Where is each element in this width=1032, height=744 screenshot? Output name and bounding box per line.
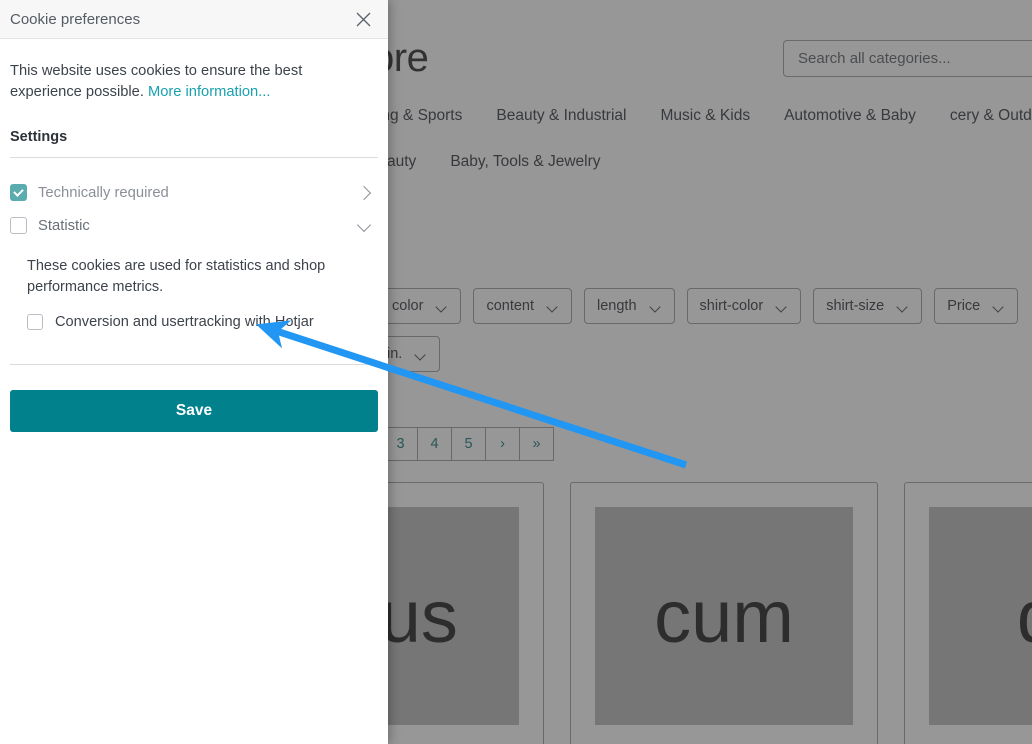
filter-row: color content length shirt-color shirt-s… <box>316 288 1032 372</box>
page-button-3[interactable]: 3 <box>384 427 418 461</box>
checkbox-statistic[interactable] <box>10 217 27 234</box>
setting-row-technically-required[interactable]: Technically required <box>10 184 378 201</box>
sub-option-label-hotjar: Conversion and usertracking with Hotjar <box>55 314 314 330</box>
statistic-detail-panel: These cookies are used for statistics an… <box>10 250 378 330</box>
product-thumbnail: cum <box>595 507 853 725</box>
nav-item-automotive-baby[interactable]: Automotive & Baby <box>784 104 916 128</box>
dialog-title: Cookie preferences <box>10 10 141 28</box>
filter-pill-shirt-size[interactable]: shirt-size <box>813 288 923 324</box>
filter-pill-content[interactable]: content <box>473 288 573 324</box>
filter-label-shirt-size: shirt-size <box>826 298 885 314</box>
save-button[interactable]: Save <box>10 389 378 432</box>
nav-item-baby-tools-jewelry[interactable]: Baby, Tools & Jewelry <box>450 150 600 174</box>
main-nav: s Clothing & Sports Beauty & Industrial … <box>300 104 1032 174</box>
product-thumbnail: do <box>929 507 1032 725</box>
chevron-down-icon <box>777 303 788 310</box>
intro-text: This website uses cookies to ensure the … <box>10 61 350 103</box>
filter-pill-shirt-color[interactable]: shirt-color <box>686 288 802 324</box>
dialog-spacer <box>0 432 388 744</box>
nav-row: s Clothing & Sports Beauty & Industrial … <box>300 104 1032 174</box>
setting-label-technically-required: Technically required <box>38 184 169 201</box>
chevron-down-icon <box>437 303 448 310</box>
screen: ostore s Clothing & Sports Beauty & Indu… <box>0 0 1032 744</box>
page-next-button[interactable]: › <box>486 427 520 461</box>
more-information-link[interactable]: More information... <box>148 84 270 100</box>
product-card[interactable]: do <box>904 482 1032 744</box>
setting-label-statistic: Statistic <box>38 217 90 234</box>
checkbox-hotjar[interactable] <box>27 314 43 330</box>
sub-option-hotjar[interactable]: Conversion and usertracking with Hotjar <box>27 314 378 330</box>
filter-pill-color[interactable]: color <box>379 288 462 324</box>
statistic-description: These cookies are used for statistics an… <box>27 258 326 295</box>
filter-label-price: Price <box>947 298 981 314</box>
product-card[interactable]: cum <box>570 482 878 744</box>
filter-label-content: content <box>486 298 535 314</box>
nav-item-beauty-industrial[interactable]: Beauty & Industrial <box>496 104 626 128</box>
chevron-down-icon <box>651 303 662 310</box>
chevron-right-icon[interactable] <box>356 185 372 201</box>
chevron-down-icon[interactable] <box>356 218 372 234</box>
settings-divider <box>10 157 378 158</box>
close-icon[interactable] <box>352 8 374 30</box>
filter-label-length: length <box>597 298 637 314</box>
dialog-body: This website uses cookies to ensure the … <box>0 39 388 374</box>
search-input[interactable] <box>783 40 1032 77</box>
chevron-down-icon <box>898 303 909 310</box>
nav-item-music-kids[interactable]: Music & Kids <box>660 104 750 128</box>
chevron-down-icon <box>994 303 1005 310</box>
page-last-button[interactable]: » <box>520 427 554 461</box>
dialog-header: Cookie preferences <box>0 0 388 39</box>
cookie-preferences-dialog: Cookie preferences This website uses coo… <box>0 0 388 744</box>
filter-pill-length[interactable]: length <box>584 288 675 324</box>
setting-row-statistic[interactable]: Statistic <box>10 217 378 234</box>
filter-bar: color content length shirt-color shirt-s… <box>316 288 1032 372</box>
chevron-down-icon <box>548 303 559 310</box>
filter-label-shirt-color: shirt-color <box>699 298 764 314</box>
footer-divider <box>10 364 378 365</box>
checkbox-technically-required[interactable] <box>10 184 27 201</box>
filter-label-color: color <box>392 298 424 314</box>
filter-pill-price[interactable]: Price <box>934 288 1019 324</box>
chevron-down-icon <box>416 351 427 358</box>
settings-heading: Settings <box>10 129 68 145</box>
page-button-5[interactable]: 5 <box>452 427 486 461</box>
nav-item-grocery-outdoors[interactable]: cery & Outdoors <box>950 104 1032 128</box>
page-button-4[interactable]: 4 <box>418 427 452 461</box>
